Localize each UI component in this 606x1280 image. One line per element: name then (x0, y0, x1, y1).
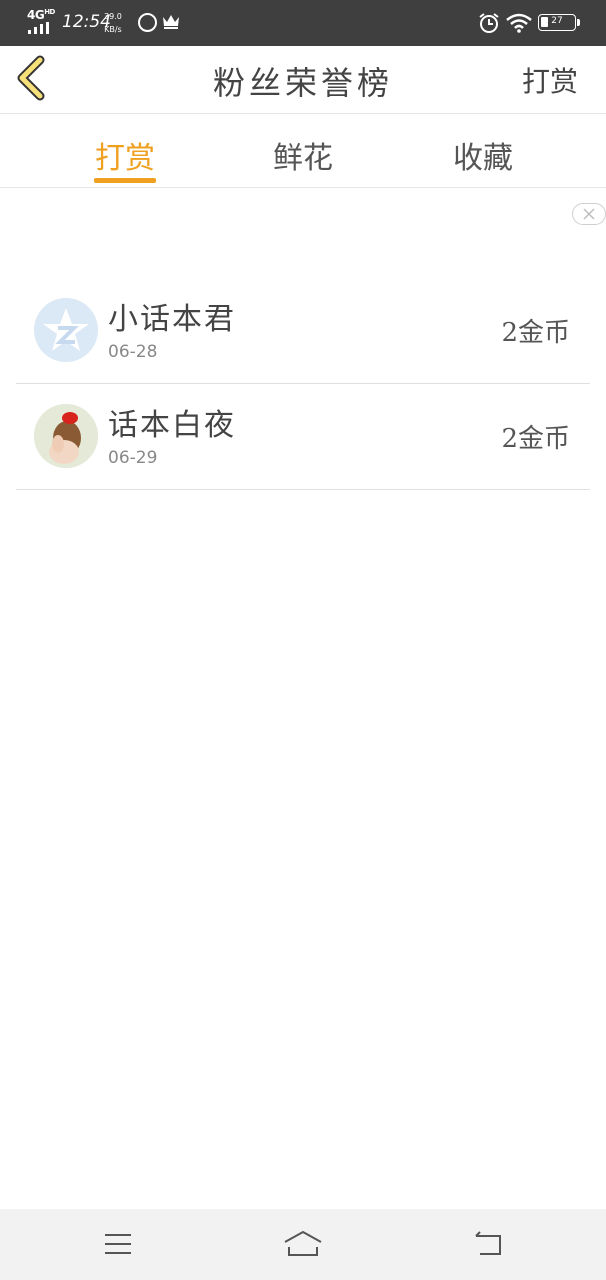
girl-photo-avatar-icon (34, 404, 98, 468)
close-ad-button[interactable] (572, 203, 606, 225)
network-indicator: 4GHD (27, 8, 55, 22)
crown-icon (163, 15, 179, 29)
list-item[interactable]: 小话本君 06-28 2金币 (16, 278, 590, 384)
reward-amount: 2金币 (501, 424, 570, 454)
battery-tip (577, 19, 580, 26)
reward-button[interactable]: 打赏 (522, 60, 578, 100)
system-navigation-bar (0, 1209, 606, 1280)
user-name: 小话本君 (108, 302, 236, 337)
status-bar: 4GHD 12:54 39.0 KB/s 27 (0, 0, 606, 46)
tab-label: 收藏 (453, 141, 513, 176)
wifi-icon (506, 13, 532, 33)
reward-amount: 2金币 (501, 318, 570, 348)
back-icon[interactable] (472, 1229, 504, 1259)
qq-logo-avatar-icon (43, 308, 89, 351)
list-item[interactable]: 话本白夜 06-29 2金币 (16, 384, 590, 490)
tab-reward[interactable]: 打赏 (60, 115, 190, 187)
signal-icon (28, 22, 49, 34)
app-header: 粉丝荣誉榜 打赏 (0, 46, 606, 114)
tab-flowers[interactable]: 鲜花 (238, 115, 368, 187)
tab-favorites[interactable]: 收藏 (418, 115, 548, 187)
fan-ranking-list: 小话本君 06-28 2金币 话本白夜 06-29 2金币 (16, 278, 590, 490)
reward-date: 06-29 (108, 448, 158, 468)
avatar (34, 298, 98, 362)
tab-label: 打赏 (95, 141, 155, 176)
close-icon (583, 208, 595, 220)
reward-date: 06-28 (108, 342, 158, 362)
tab-active-indicator (94, 178, 156, 183)
alarm-icon (479, 13, 499, 33)
user-name: 话本白夜 (108, 408, 236, 443)
page-title: 粉丝荣誉榜 (212, 64, 393, 102)
app-notification-icon (138, 13, 157, 32)
battery-icon: 27 (538, 14, 576, 31)
tab-bar: 打赏 鲜花 收藏 (0, 115, 606, 188)
tab-label: 鲜花 (273, 141, 333, 176)
network-speed: 39.0 KB/s (104, 12, 122, 34)
menu-icon[interactable] (103, 1229, 133, 1259)
home-icon[interactable] (283, 1229, 323, 1259)
avatar (34, 404, 98, 468)
